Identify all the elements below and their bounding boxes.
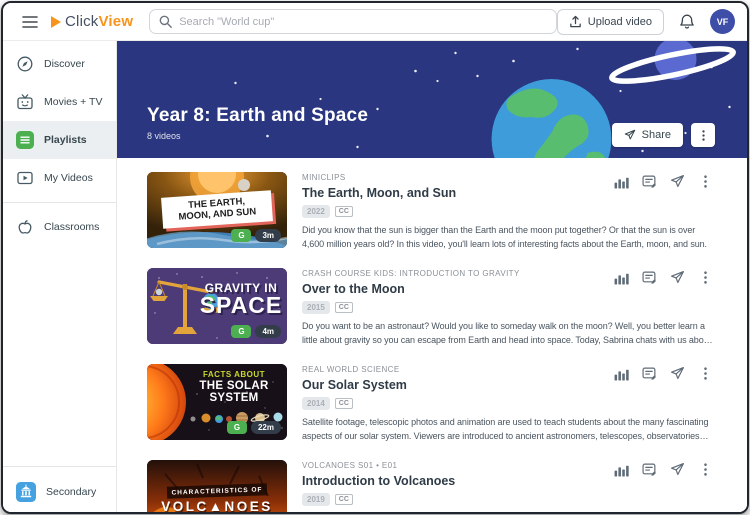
sidebar-item-movies-tv[interactable]: Movies + TV [3,83,116,121]
video-thumbnail[interactable]: CHARACTERISTICS OF VOLC▲NOES G 5m [147,460,287,512]
user-avatar[interactable]: VF [710,9,735,34]
share-button[interactable]: Share [611,123,683,147]
add-to-playlist-icon[interactable] [642,270,657,285]
apple-icon [16,218,34,236]
video-description: Satellite footage, telescopic photos and… [302,417,709,441]
video-description: Do you want to be an astronaut? Would yo… [302,321,711,345]
video-play-icon [16,169,34,187]
notifications-bell-icon[interactable] [679,13,695,30]
send-icon[interactable] [670,270,685,285]
logo-text-view: View [98,12,134,30]
duration-badge: 4m [255,325,281,338]
tv-icon [16,93,34,111]
rating-badge: G [231,229,252,242]
more-options-icon[interactable] [698,366,713,381]
playlist-banner: Year 8: Earth and Space 8 videos Share [117,41,747,158]
menu-icon[interactable] [19,11,41,33]
sidebar-footer-label: Secondary [46,486,97,498]
search-icon [159,15,173,28]
clickview-logo[interactable]: ClickView [51,13,133,31]
analytics-icon[interactable] [614,366,629,381]
video-row: FACTS ABOUT THE SOLAR SYSTEM G 22m REAL … [147,355,713,451]
search-bar[interactable] [149,9,557,34]
closed-captions-badge: CC [334,398,353,409]
top-bar: ClickView Upload video VF [3,3,747,41]
closed-captions-badge: CC [334,206,353,217]
share-label: Share [641,129,671,141]
video-list: THE EARTH, MOON, AND SUN G 3m MINICLIPS … [117,158,747,512]
upload-icon [569,15,582,28]
sidebar-label: Movies + TV [44,96,103,108]
video-thumbnail[interactable]: THE EARTH, MOON, AND SUN G 3m [147,172,287,248]
sidebar-label: Playlists [44,134,87,146]
analytics-icon[interactable] [614,462,629,477]
sidebar-item-secondary[interactable]: Secondary [3,472,116,512]
thumbnail-title-label: VOLC▲NOES [161,499,273,512]
upload-video-button[interactable]: Upload video [556,8,664,35]
video-description: Did you know that the sun is bigger than… [302,225,707,249]
sidebar-item-playlists[interactable]: Playlists [3,121,116,159]
more-options-icon[interactable] [698,270,713,285]
search-input[interactable] [179,15,547,28]
closed-captions-badge: CC [334,302,353,313]
sidebar-divider [3,202,116,203]
video-row: GRAVITY IN SPACE G 4m CRASH COURSE KIDS:… [147,259,713,355]
year-badge: 2015 [302,301,330,314]
sidebar-item-classrooms[interactable]: Classrooms [3,208,116,246]
rating-badge: G [226,421,247,434]
closed-captions-badge: CC [334,494,353,505]
upload-label: Upload video [587,15,652,28]
year-badge: 2022 [302,205,330,218]
add-to-playlist-icon[interactable] [642,366,657,381]
play-triangle-icon [51,15,61,28]
playlist-more-options-button[interactable] [691,123,715,147]
video-thumbnail[interactable]: GRAVITY IN SPACE G 4m [147,268,287,344]
video-row: THE EARTH, MOON, AND SUN G 3m MINICLIPS … [147,163,713,259]
sidebar-divider [3,466,116,467]
rating-badge: G [231,325,252,338]
share-icon [624,129,636,141]
more-options-icon[interactable] [698,462,713,477]
sidebar-item-discover[interactable]: Discover [3,45,116,83]
year-badge: 2019 [302,493,330,506]
duration-badge: 22m [250,421,281,434]
sidebar-label: My Videos [44,172,93,184]
add-to-playlist-icon[interactable] [642,174,657,189]
video-row: CHARACTERISTICS OF VOLC▲NOES G 5m VOLCAN… [147,451,713,512]
logo-text-click: Click [65,12,99,30]
more-options-icon[interactable] [698,174,713,189]
sidebar-label: Discover [44,58,85,70]
analytics-icon[interactable] [614,270,629,285]
duration-badge: 3m [255,229,281,242]
school-building-icon [16,482,36,502]
compass-icon [16,55,34,73]
thumbnail-title-label: GRAVITY IN SPACE [199,281,283,318]
send-icon[interactable] [670,174,685,189]
video-thumbnail[interactable]: FACTS ABOUT THE SOLAR SYSTEM G 22m [147,364,287,440]
add-to-playlist-icon[interactable] [642,462,657,477]
sidebar: Discover Movies + TV Playlists My Videos [3,41,117,512]
playlist-title: Year 8: Earth and Space [147,105,369,126]
year-badge: 2014 [302,397,330,410]
playlists-icon [16,131,34,149]
analytics-icon[interactable] [614,174,629,189]
app-window: ClickView Upload video VF [1,1,749,514]
thumbnail-title-label: FACTS ABOUT THE SOLAR SYSTEM [199,370,269,404]
playlist-video-count: 8 videos [147,131,181,141]
send-icon[interactable] [670,366,685,381]
sidebar-label: Classrooms [44,221,100,233]
sidebar-item-my-videos[interactable]: My Videos [3,159,116,197]
send-icon[interactable] [670,462,685,477]
